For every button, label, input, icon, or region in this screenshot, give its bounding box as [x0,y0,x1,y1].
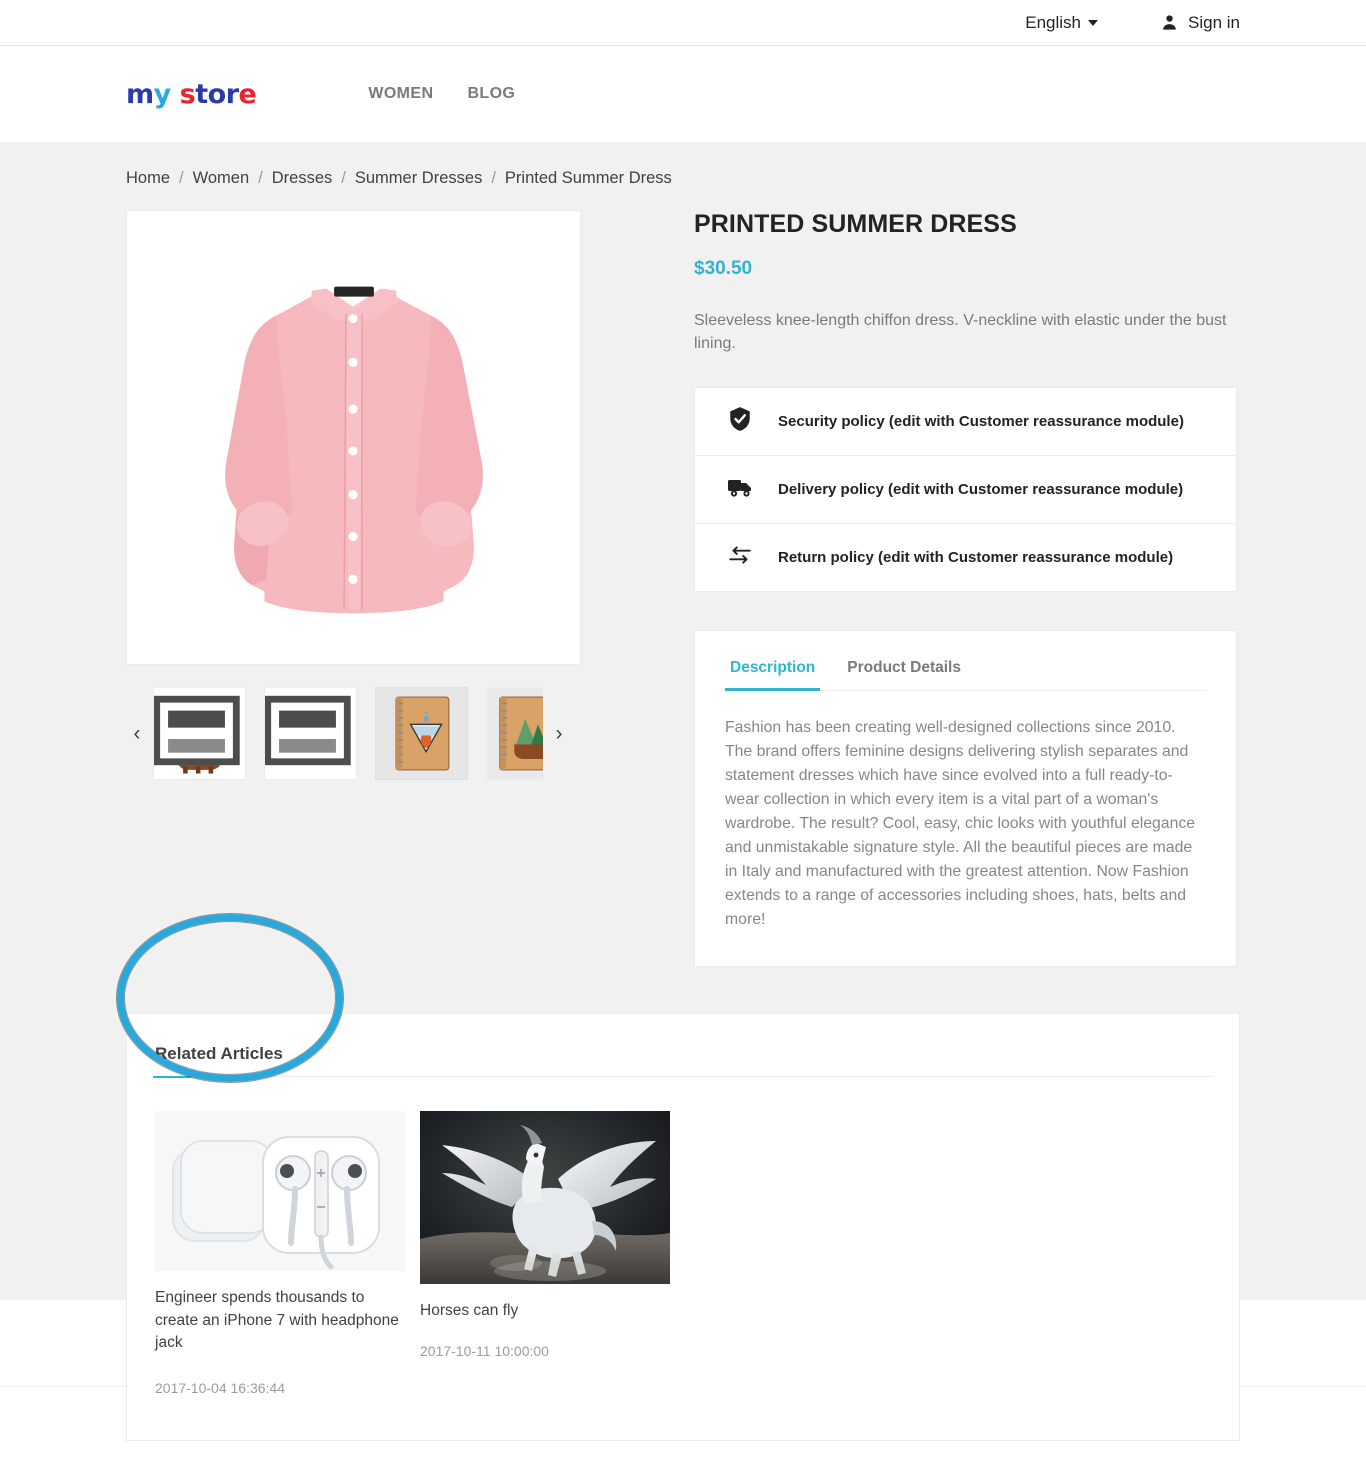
breadcrumb-item-summer-dresses[interactable]: Summer Dresses [355,169,482,188]
logo-part-3: s [179,78,196,110]
breadcrumb-separator: / [341,169,346,187]
customer-reassurance-block: Security policy (edit with Customer reas… [694,387,1237,593]
page-content: Home / Women / Dresses / Summer Dresses … [14,143,1352,1442]
reassurance-label-delivery: Delivery policy (edit with Customer reas… [778,481,1184,499]
article-date-earphones: 2017-10-04 16:36:44 [155,1380,285,1397]
logo-part-5: e [238,78,257,110]
thumbnail-strip [153,687,543,780]
delivery-truck-icon [727,474,753,505]
thumbnail-fox-notebook[interactable] [375,687,468,780]
language-label: English [1025,12,1082,32]
article-date-pegasus: 2017-10-11 10:00:00 [420,1342,549,1359]
top-bar: English Sign in [0,0,1366,46]
related-articles-list: Engineer spends thousands to create an i… [153,1111,1213,1396]
article-image-earphones[interactable] [155,1111,405,1272]
thumbnail-hummingbird[interactable] [264,687,357,780]
reassurance-item-delivery[interactable]: Delivery policy (edit with Customer reas… [695,456,1236,525]
sign-in-label: Sign in [1188,12,1240,32]
article-card-earphones[interactable]: Engineer spends thousands to create an i… [155,1111,405,1396]
store-logo[interactable]: my store [126,78,257,110]
related-articles-underline [153,1076,1213,1079]
language-selector[interactable]: English [1025,12,1099,33]
product-row: ‹ › PRINTED SUMMER DRESS $30.50 Sleevele… [126,210,1240,968]
sign-in-button[interactable]: Sign in [1160,13,1240,33]
tab-product-details[interactable]: Product Details [842,659,966,691]
tab-description[interactable]: Description [725,659,821,692]
thumbnail-bear-forest[interactable] [153,687,246,780]
shield-check-icon [727,406,753,437]
breadcrumb-item-women[interactable]: Women [193,169,250,188]
reassurance-item-security[interactable]: Security policy (edit with Customer reas… [695,388,1236,457]
nav-item-women[interactable]: WOMEN [368,85,433,103]
breadcrumb-item-current: Printed Summer Dress [504,169,672,187]
article-image-pegasus[interactable] [420,1111,670,1285]
product-info: PRINTED SUMMER DRESS $30.50 Sleeveless k… [694,210,1240,968]
carousel-next-arrow[interactable]: › [548,723,570,744]
logo-part-1: m [126,78,154,110]
logo-part-4: tor [195,78,239,110]
product-price: $30.50 [694,258,753,279]
site-header: my store WOMEN BLOG [0,46,1366,143]
related-articles-block: Related Articles Engineer spends thousan… [117,914,1240,1442]
related-articles-title: Related Articles [155,1044,283,1064]
tab-panel-description: Fashion has been creating well-designed … [725,719,1196,929]
breadcrumb-separator: / [258,169,263,187]
carousel-prev-arrow[interactable]: ‹ [126,723,148,744]
article-card-pegasus[interactable]: Horses can fly 2017-10-11 10:00:00 [420,1111,670,1396]
main-navigation: WOMEN BLOG [368,85,515,103]
image-badge-icon [154,695,240,766]
pink-dress-shirt-image [127,211,580,664]
product-gallery: ‹ › [126,210,666,967]
image-badge-icon [265,695,351,766]
article-title-pegasus: Horses can fly [420,1302,519,1320]
nav-item-blog[interactable]: BLOG [467,85,515,103]
thumbnail-carousel: ‹ › [126,687,581,780]
page-background: Home / Women / Dresses / Summer Dresses … [0,143,1366,1442]
product-tabs-block: Description Product Details Fashion has … [694,630,1237,968]
product-short-description: Sleeveless knee-length chiffon dress. V-… [694,312,1227,352]
reassurance-item-return[interactable]: Return policy (edit with Customer reassu… [695,524,1236,591]
breadcrumb-item-home[interactable]: Home [126,169,170,188]
breadcrumb-separator: / [491,169,496,187]
user-icon [1160,13,1179,32]
article-title-earphones: Engineer spends thousands to create an i… [155,1289,399,1352]
breadcrumb: Home / Women / Dresses / Summer Dresses … [126,169,1240,188]
return-arrows-icon [727,542,753,573]
product-tabs: Description Product Details [725,659,1206,692]
breadcrumb-separator: / [179,169,184,187]
product-main-image[interactable] [126,210,581,665]
chevron-down-icon [1088,19,1099,26]
reassurance-label-security: Security policy (edit with Customer reas… [778,413,1184,431]
logo-part-2: y [153,78,172,110]
breadcrumb-item-dresses[interactable]: Dresses [272,169,333,188]
reassurance-label-return: Return policy (edit with Customer reassu… [778,549,1174,567]
product-title: PRINTED SUMMER DRESS [694,210,1017,238]
thumbnail-bear-notebook[interactable] [486,687,543,780]
